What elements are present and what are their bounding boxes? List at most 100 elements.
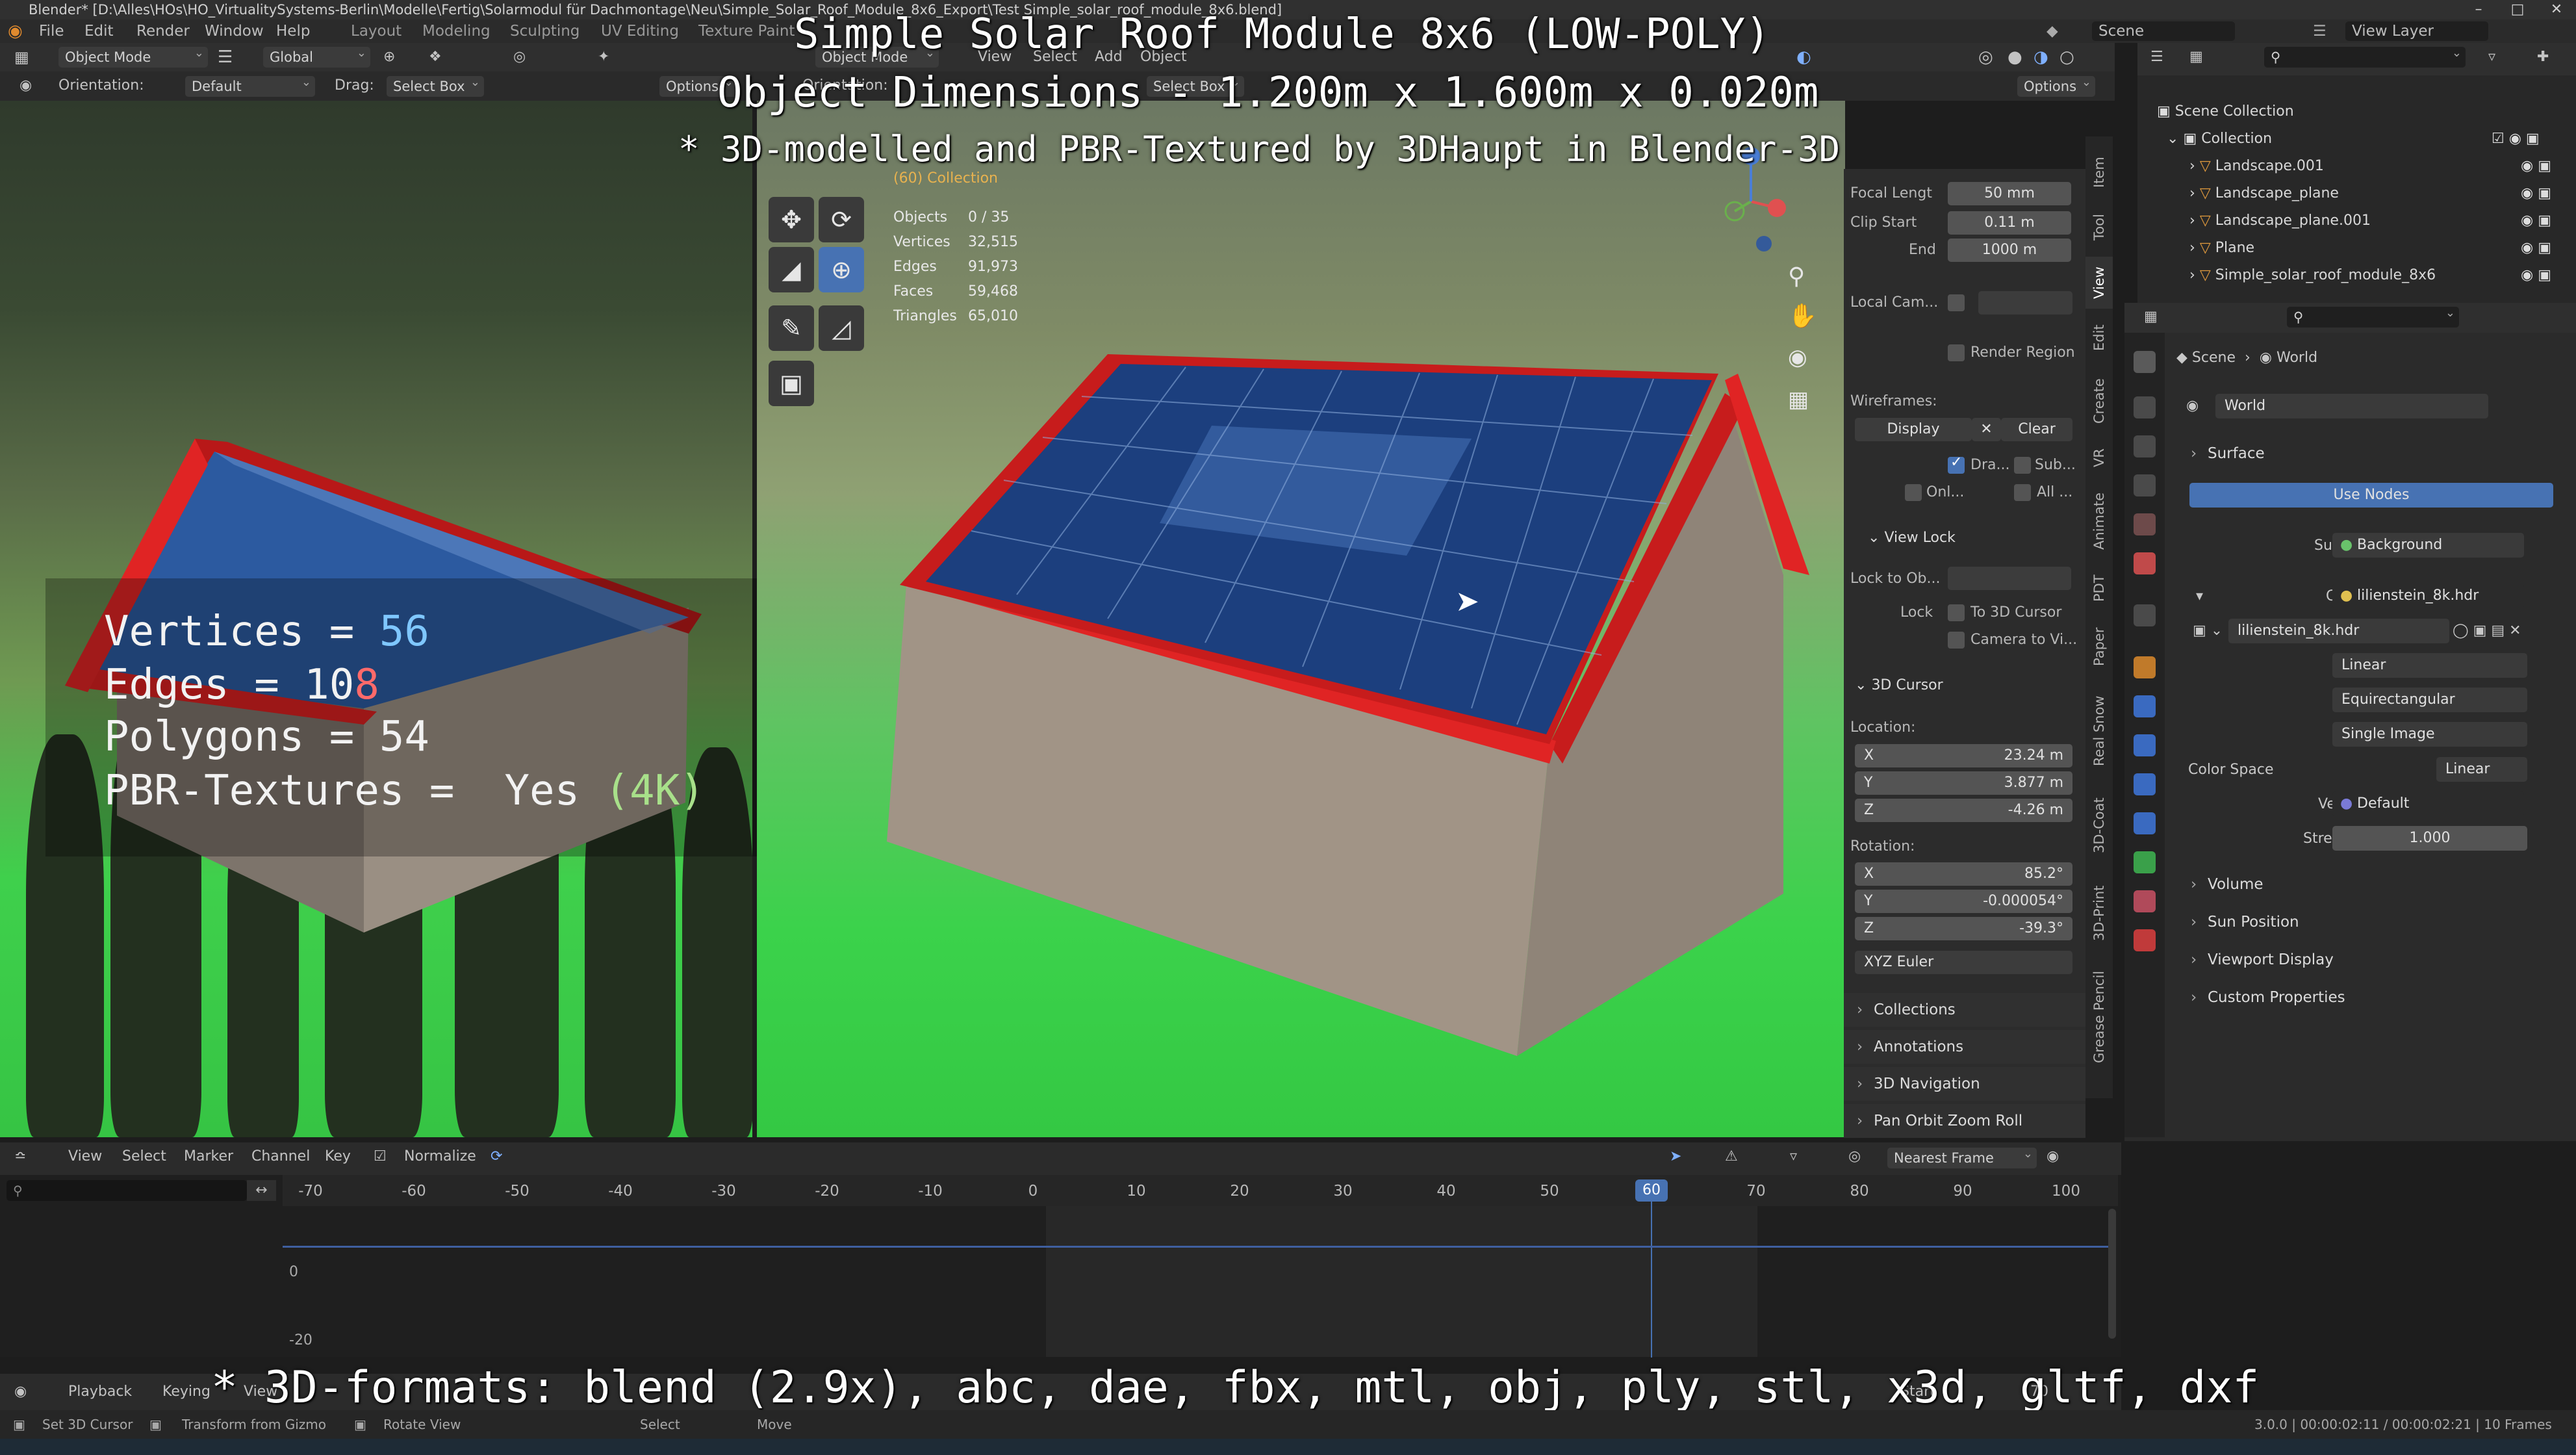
menu-render[interactable]: Render xyxy=(136,19,190,43)
outliner-item[interactable]: › ▽ Landscape_plane ◉ ▣ xyxy=(2137,180,2576,207)
projection-dropdown[interactable]: Equirectangular xyxy=(2332,688,2527,712)
focal-length-field[interactable]: 50 mm xyxy=(1948,182,2071,205)
main-3d-viewport[interactable] xyxy=(757,101,1845,1137)
rendered-shading-icon[interactable]: ○ xyxy=(2060,43,2074,71)
add-cube-tool-icon[interactable]: ▣ xyxy=(769,361,814,406)
expand-icon[interactable]: › xyxy=(2189,185,2195,201)
visibility-icons[interactable]: ☑ ◉ ▣ xyxy=(2492,125,2540,153)
only-selected-icon[interactable]: ➤ xyxy=(1670,1142,1681,1171)
visibility-icons[interactable]: ◉ ▣ xyxy=(2521,153,2551,180)
interpolation-dropdown[interactable]: Linear xyxy=(2332,653,2527,678)
scene-selector[interactable]: Scene xyxy=(2092,21,2235,41)
cursor-location-x[interactable]: X 23.24 m xyxy=(1855,744,2072,767)
blender-logo-icon[interactable]: ◉ xyxy=(8,19,23,43)
tab-uv-editing[interactable]: UV Editing xyxy=(601,19,679,43)
properties-search[interactable]: ⚲ xyxy=(2287,307,2459,328)
image-actions-icons[interactable]: ◯ ▣ ▤ ✕ xyxy=(2453,623,2521,639)
to-3d-cursor-checkbox[interactable] xyxy=(1948,604,1965,621)
tab-edit[interactable]: Edit xyxy=(2085,312,2113,364)
pivot-icon[interactable]: ⊕ xyxy=(383,43,395,71)
collections-section[interactable]: Collections xyxy=(1844,993,2085,1027)
3d-navigation-section[interactable]: 3D Navigation xyxy=(1844,1067,2085,1101)
expand-icon[interactable]: › xyxy=(2189,240,2195,256)
all-checkbox[interactable] xyxy=(2014,484,2031,501)
breadcrumb-scene[interactable]: Scene xyxy=(2192,350,2236,366)
timeline-menu-channel[interactable]: Channel xyxy=(251,1142,310,1171)
strength-field[interactable]: 1.000 xyxy=(2332,826,2527,851)
transform-tool-icon[interactable]: ⊕ xyxy=(819,247,864,292)
visibility-icons[interactable]: ◉ ▣ xyxy=(2521,180,2551,207)
tab-pdt[interactable]: PDT xyxy=(2085,565,2113,611)
clear-button[interactable]: Clear xyxy=(2001,418,2072,441)
menu-edit[interactable]: Edit xyxy=(84,19,114,43)
surface-shader-field[interactable]: ● Background xyxy=(2332,533,2524,558)
gizmo-icon[interactable]: ✦ xyxy=(598,43,609,71)
view-layer-tab-icon[interactable] xyxy=(2134,474,2156,496)
tool-tab-icon[interactable] xyxy=(2134,351,2156,373)
material-shading-icon[interactable]: ◑ xyxy=(2034,43,2048,71)
data-tab-icon[interactable] xyxy=(2134,851,2156,873)
timeline-editor-icon[interactable]: ◉ xyxy=(14,1374,27,1410)
solid-shading-icon[interactable]: ● xyxy=(2008,43,2022,71)
physics-tab-icon[interactable] xyxy=(2134,773,2156,795)
sun-position-section[interactable]: Sun Position xyxy=(2191,914,2299,931)
playhead-line[interactable] xyxy=(1651,1202,1652,1358)
outliner-search[interactable]: ⚲ xyxy=(2264,47,2466,68)
expand-chevron-icon[interactable]: ⌄ xyxy=(2167,131,2178,147)
proportional-icon[interactable]: ◉ xyxy=(2047,1142,2059,1171)
tab-create[interactable]: Create xyxy=(2085,367,2113,435)
snap-dropdown[interactable]: Nearest Frame xyxy=(1887,1148,2037,1168)
tab-real-snow[interactable]: Real Snow xyxy=(2085,682,2113,780)
collection-row[interactable]: ⌄ ▣ Collection ☑ ◉ ▣ xyxy=(2137,125,2576,153)
use-nodes-button[interactable]: Use Nodes xyxy=(2189,483,2553,508)
view-layer-selector[interactable]: View Layer xyxy=(2345,21,2488,41)
curve-line[interactable] xyxy=(283,1246,2108,1248)
outliner-item[interactable]: › ▽ Plane ◉ ▣ xyxy=(2137,235,2576,262)
local-camera-checkbox[interactable] xyxy=(1948,294,1965,311)
menu-file[interactable]: File xyxy=(39,19,64,43)
visibility-icons[interactable]: ◉ ▣ xyxy=(2521,262,2551,289)
outliner-item[interactable]: › ▽ Landscape.001 ◉ ▣ xyxy=(2137,153,2576,180)
tab-tool[interactable]: Tool xyxy=(2085,201,2113,253)
material-tab-icon[interactable] xyxy=(2134,890,2156,912)
overlays-icon[interactable]: ◐ xyxy=(1796,43,1811,71)
timeline-menu-view[interactable]: View xyxy=(68,1142,102,1171)
menu-window[interactable]: Window xyxy=(205,19,264,43)
keying-menu[interactable]: Keying xyxy=(162,1374,210,1410)
viewport-display-section[interactable]: Viewport Display xyxy=(2191,951,2334,968)
tab-view[interactable]: View xyxy=(2085,257,2113,309)
image-name-field[interactable]: lilienstein_8k.hdr xyxy=(2228,619,2449,643)
display-mode-icon[interactable]: ▦ xyxy=(2189,43,2203,71)
cursor-rotation-x[interactable]: X 85.2° xyxy=(1855,862,2072,886)
maximize-icon[interactable]: □ xyxy=(2498,0,2537,19)
transform-dropdown[interactable]: Default xyxy=(185,76,315,97)
render-tab-icon[interactable] xyxy=(2134,396,2156,418)
local-camera-field[interactable] xyxy=(1978,291,2072,315)
proportional-icon[interactable]: ◎ xyxy=(513,43,526,71)
pan-hand-icon[interactable]: ✋ xyxy=(1788,302,1817,329)
breadcrumb-world[interactable]: World xyxy=(2276,350,2317,366)
cursor-rotation-z[interactable]: Z -39.3° xyxy=(1855,917,2072,940)
outliner-item[interactable]: › ▽ Simple_solar_roof_module_8x6 ◉ ▣ xyxy=(2137,262,2576,289)
outliner-item[interactable]: › ▽ Landscape_plane.001 ◉ ▣ xyxy=(2137,207,2576,235)
output-tab-icon[interactable] xyxy=(2134,435,2156,457)
minimize-icon[interactable]: – xyxy=(2459,0,2498,19)
world-name-field[interactable]: World xyxy=(2215,394,2488,418)
surface-section[interactable]: Surface xyxy=(2191,445,2265,462)
annotations-section[interactable]: Annotations xyxy=(1844,1030,2085,1064)
modifier-tab-icon[interactable] xyxy=(2134,695,2156,717)
close-icon[interactable]: ✕ xyxy=(2537,0,2576,19)
tab-texture-paint[interactable]: Texture Paint xyxy=(698,19,795,43)
tab-grease-pencil[interactable]: Grease Pencil xyxy=(2085,959,2113,1075)
clip-start-field[interactable]: 0.11 m xyxy=(1948,211,2071,235)
outliner-editor-icon[interactable]: ☰ xyxy=(2150,43,2163,71)
world-tab-icon[interactable] xyxy=(2134,552,2156,574)
color-space-dropdown[interactable]: Linear xyxy=(2436,757,2527,782)
graph-editor-icon[interactable]: ≏ xyxy=(14,1142,26,1171)
camera-to-view-checkbox[interactable] xyxy=(1948,632,1965,649)
tab-3d-coat[interactable]: 3D-Coat xyxy=(2085,783,2113,868)
menu-icon[interactable]: ☰ xyxy=(218,43,233,71)
tab-modeling[interactable]: Modeling xyxy=(422,19,491,43)
timeline-menu-select[interactable]: Select xyxy=(122,1142,166,1171)
tab-vr[interactable]: VR xyxy=(2085,439,2113,478)
